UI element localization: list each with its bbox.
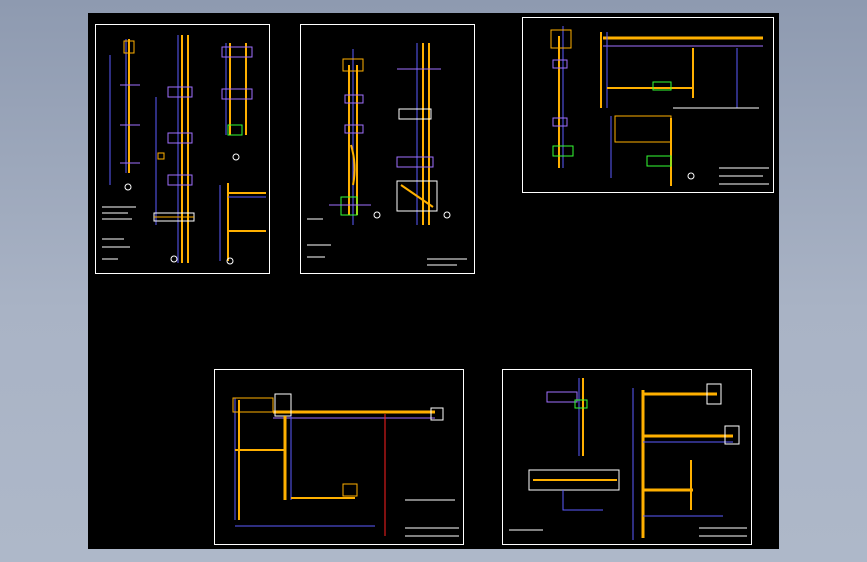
drawing-sheet-4[interactable] <box>214 369 464 545</box>
drawing-sheet-5[interactable] <box>502 369 752 545</box>
sheet-3-drawing <box>550 26 769 186</box>
cad-model-space[interactable] <box>88 13 779 549</box>
drawing-sheet-2[interactable] <box>300 24 475 274</box>
sheet-4-drawing <box>232 393 459 537</box>
sheet-1-drawing <box>102 35 266 265</box>
drawing-sheet-1[interactable] <box>95 24 270 274</box>
sheet-2-drawing <box>307 43 467 266</box>
sheet-5-drawing <box>509 378 747 540</box>
drawing-sheet-3[interactable] <box>522 17 774 193</box>
